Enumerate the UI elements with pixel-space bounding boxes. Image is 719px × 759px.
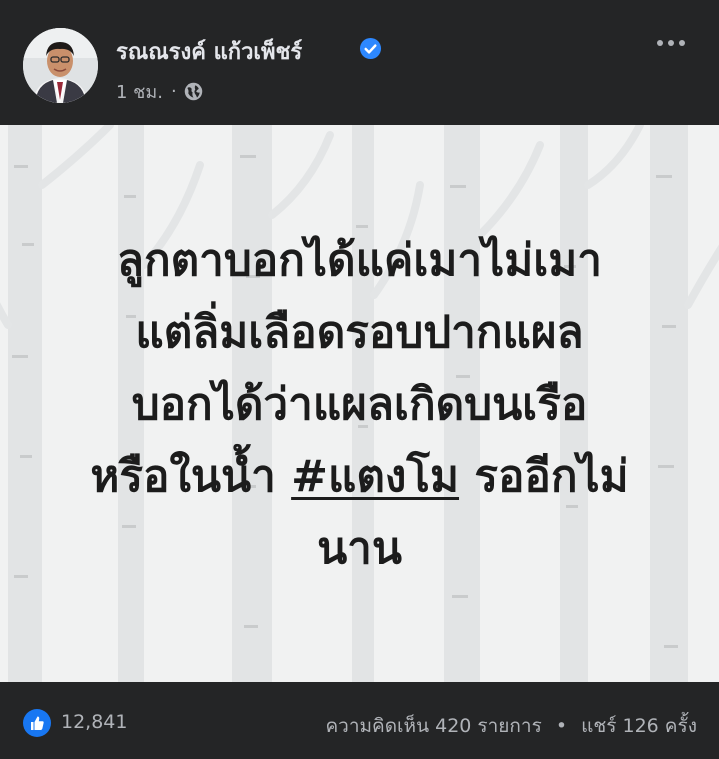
post-header: รณณรงค์ แก้วเพ็ชร์ 1 ชม. · <box>0 0 719 125</box>
more-horizontal-icon <box>657 40 663 46</box>
post-meta: 1 ชม. · <box>116 77 204 106</box>
meta-separator: · <box>170 81 177 102</box>
author-name[interactable]: รณณรงค์ แก้วเพ็ชร์ <box>116 34 302 69</box>
image-text-segment: หรือในน้ำ <box>90 451 292 502</box>
image-text-line: ลูกตาบอกได้แค่เมาไม่เมา <box>116 235 602 286</box>
share-count[interactable]: แชร์ 126 ครั้ง <box>581 715 697 737</box>
stats-separator: • <box>555 715 568 737</box>
globe-icon[interactable] <box>183 81 204 102</box>
comment-count[interactable]: ความคิดเห็น 420 รายการ <box>325 715 541 737</box>
post-stats: ความคิดเห็น 420 รายการ • แชร์ 126 ครั้ง <box>325 711 697 741</box>
image-text-line: หรือในน้ำ #แตงโม รออีกไม่ <box>0 441 719 513</box>
more-options-button[interactable] <box>651 32 691 54</box>
post-timestamp[interactable]: 1 ชม. <box>116 77 163 106</box>
hashtag-link[interactable]: #แตงโม <box>291 451 459 502</box>
image-text-line: แต่ลิ่มเลือดรอบปากแผล <box>135 307 584 358</box>
image-text-segment: รออีกไม่ <box>459 451 629 502</box>
post-image-text: ลูกตาบอกได้แค่เมาไม่เมา แต่ลิ่มเลือดรอบป… <box>0 225 719 585</box>
reaction-count[interactable]: 12,841 <box>61 711 127 733</box>
post-footer: 12,841 ความคิดเห็น 420 รายการ • แชร์ 126… <box>0 682 719 759</box>
avatar[interactable] <box>23 28 98 103</box>
verified-badge-icon <box>359 37 382 60</box>
image-text-line: นาน <box>317 523 402 574</box>
like-icon[interactable] <box>23 709 51 737</box>
post-image[interactable]: ลูกตาบอกได้แค่เมาไม่เมา แต่ลิ่มเลือดรอบป… <box>0 125 719 682</box>
image-text-line: บอกได้ว่าแผลเกิดบนเรือ <box>131 379 588 430</box>
